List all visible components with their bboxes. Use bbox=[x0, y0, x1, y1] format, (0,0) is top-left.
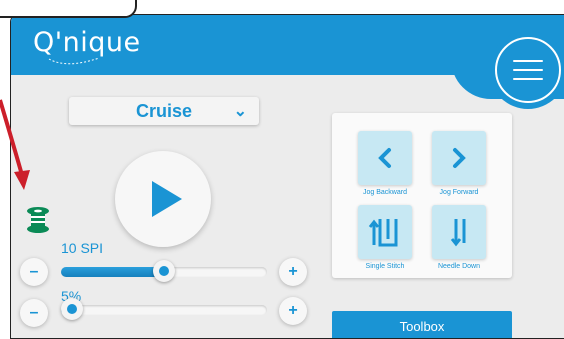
toolbox-button[interactable]: Toolbox bbox=[332, 311, 512, 338]
hamburger-menu-icon bbox=[513, 60, 543, 80]
stitch-slider-fill bbox=[61, 267, 164, 277]
stitch-increase-button[interactable]: + bbox=[279, 258, 307, 286]
needle-down-label: Needle Down bbox=[437, 263, 481, 270]
stitch-slider-label: 10 SPI bbox=[61, 240, 104, 256]
single-stitch-icon bbox=[368, 219, 398, 247]
logo-swirl-icon bbox=[48, 57, 100, 65]
needle-down-button[interactable] bbox=[432, 205, 486, 259]
play-button[interactable] bbox=[115, 151, 211, 247]
speed-slider-thumb[interactable] bbox=[61, 298, 83, 320]
jog-panel: Jog Backward Jog Forward Single Stitch N… bbox=[332, 113, 512, 278]
stitch-slider-track[interactable] bbox=[61, 260, 267, 282]
mode-dropdown-value: Cruise bbox=[135, 100, 193, 121]
stitch-slider-thumb[interactable] bbox=[153, 260, 175, 282]
single-stitch-label: Single Stitch bbox=[365, 263, 405, 270]
speed-increase-button[interactable]: + bbox=[279, 297, 307, 325]
callout-frame bbox=[0, 0, 137, 18]
stitch-decrease-button[interactable]: – bbox=[20, 258, 48, 286]
needle-down-icon bbox=[450, 219, 466, 247]
bobbin-icon bbox=[27, 207, 49, 233]
play-icon bbox=[152, 181, 182, 217]
chevron-left-icon bbox=[378, 148, 391, 168]
mode-dropdown[interactable]: Cruise ⌄ bbox=[69, 97, 259, 125]
chevron-down-icon: ⌄ bbox=[233, 103, 247, 120]
chevron-right-icon bbox=[453, 148, 466, 168]
app-window: Q'nique Cruise ⌄ 10 SPI – + 5% – + Jog B… bbox=[10, 14, 564, 339]
menu-button[interactable] bbox=[495, 37, 561, 103]
left-margin bbox=[0, 0, 10, 337]
jog-forward-label: Jog Forward bbox=[439, 189, 479, 196]
single-stitch-button[interactable] bbox=[358, 205, 412, 259]
jog-backward-label: Jog Backward bbox=[363, 189, 407, 196]
app-logo: Q'nique bbox=[33, 27, 141, 58]
speed-decrease-button[interactable]: – bbox=[20, 299, 48, 327]
jog-backward-button[interactable] bbox=[358, 131, 412, 185]
jog-forward-button[interactable] bbox=[432, 131, 486, 185]
speed-slider-track[interactable] bbox=[61, 298, 267, 320]
